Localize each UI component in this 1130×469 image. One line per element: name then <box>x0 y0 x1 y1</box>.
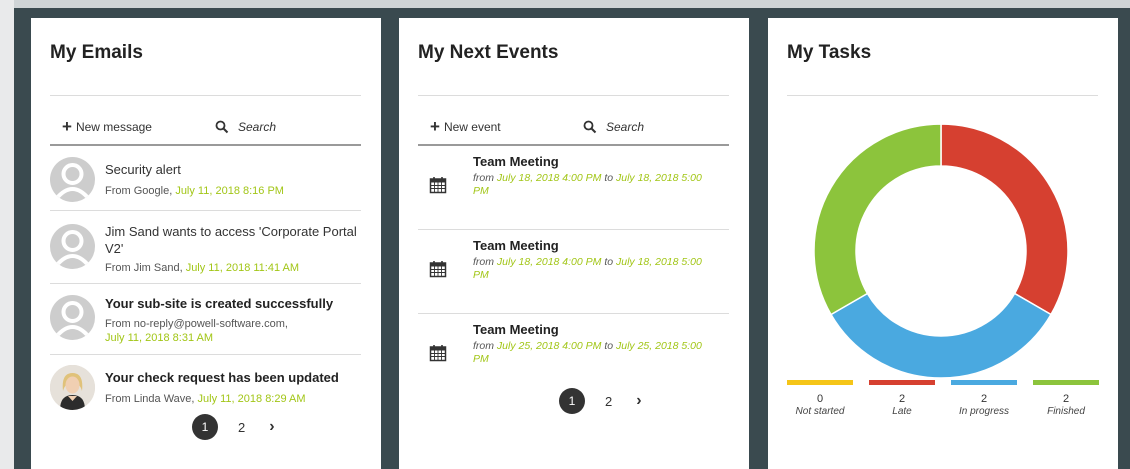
chevron-right-icon[interactable]: › <box>269 418 274 436</box>
event-search-input[interactable]: Search <box>583 120 644 134</box>
event-list-item[interactable]: Team Meeting from July 25, 2018 4:00 PM … <box>418 314 729 398</box>
calendar-icon <box>429 345 447 362</box>
event-title: Team Meeting <box>473 154 559 169</box>
tasks-donut-chart <box>813 123 1069 379</box>
events-card: My Next Events + New event Search Team M… <box>399 18 749 469</box>
legend-label: In progress <box>958 406 1010 417</box>
email-list-item[interactable]: Your check request has been updated From… <box>50 355 361 423</box>
donut-slice-late[interactable] <box>940 123 1069 316</box>
event-time: from July 18, 2018 4:00 PM to July 18, 2… <box>473 172 702 197</box>
legend-count: 2 <box>980 393 988 405</box>
emails-card: My Emails + New message Search Security … <box>31 18 381 469</box>
events-pagination: 1 2 › <box>559 388 642 414</box>
email-sender: From Google, July 11, 2018 8:16 PM <box>105 185 284 197</box>
search-icon <box>583 120 597 134</box>
plus-icon: + <box>430 117 440 136</box>
email-date: July 11, 2018 11:41 AM <box>185 262 300 274</box>
legend-item-finished[interactable]: 2 Finished <box>1033 380 1099 417</box>
page-2-button[interactable]: 2 <box>605 394 612 409</box>
divider <box>418 95 729 96</box>
calendar-icon <box>429 177 447 194</box>
legend-color-bar <box>869 380 935 385</box>
event-list-item[interactable]: Team Meeting from July 18, 2018 4:00 PM … <box>418 230 729 314</box>
emails-toolbar: + New message Search <box>50 116 361 146</box>
email-sender: From no-reply@powell-software.com, July 1… <box>105 318 288 344</box>
legend-color-bar <box>1033 380 1099 385</box>
divider <box>50 95 361 96</box>
new-event-label: New event <box>443 120 501 134</box>
page-1-button[interactable]: 1 <box>192 414 218 440</box>
avatar <box>50 224 95 269</box>
new-message-label: New message <box>75 120 152 134</box>
donut-slice-finished[interactable] <box>813 123 942 316</box>
email-subject: Jim Sand wants to access 'Corporate Port… <box>105 224 357 256</box>
legend-item-not-started[interactable]: 0 Not started <box>787 380 853 417</box>
legend-count: 0 <box>816 393 824 405</box>
avatar <box>50 157 95 202</box>
email-date: July 11, 2018 8:29 AM <box>197 393 306 405</box>
emails-card-title: My Emails <box>50 42 143 63</box>
email-sender: From Jim Sand, July 11, 2018 11:41 AM <box>105 262 300 274</box>
email-list-item[interactable]: Your sub-site is created successfully Fr… <box>50 284 361 355</box>
new-event-button[interactable]: + New event <box>430 117 501 136</box>
email-date: July 11, 2018 8:16 PM <box>175 185 284 197</box>
legend-item-in-progress[interactable]: 2 In progress <box>951 380 1017 417</box>
calendar-icon <box>429 261 447 278</box>
legend-label: Not started <box>795 406 845 417</box>
avatar <box>50 365 95 410</box>
event-title: Team Meeting <box>473 322 559 337</box>
tasks-card: My Tasks 0 Not started 2 Late 2 In progress 2 F… <box>768 18 1118 469</box>
legend-color-bar <box>787 380 853 385</box>
email-list-item[interactable]: Security alert From Google, July 11, 201… <box>50 148 361 211</box>
emails-pagination: 1 2 › <box>192 414 275 440</box>
search-icon <box>215 120 229 134</box>
events-toolbar: + New event Search <box>418 116 729 146</box>
event-list-item[interactable]: Team Meeting from July 18, 2018 4:00 PM … <box>418 146 729 230</box>
tasks-card-title: My Tasks <box>787 42 872 63</box>
legend-count: 2 <box>898 393 906 405</box>
new-message-button[interactable]: + New message <box>62 117 152 136</box>
event-time: from July 25, 2018 4:00 PM to July 25, 2… <box>473 340 702 365</box>
email-list-item[interactable]: Jim Sand wants to access 'Corporate Port… <box>50 211 361 284</box>
email-search-input[interactable]: Search <box>215 120 276 134</box>
event-time: from July 18, 2018 4:00 PM to July 18, 2… <box>473 256 702 281</box>
legend-label: Late <box>892 406 912 417</box>
search-placeholder: Search <box>238 120 277 134</box>
legend-item-late[interactable]: 2 Late <box>869 380 935 417</box>
donut-slice-in-progress[interactable] <box>829 292 1053 379</box>
legend-count: 2 <box>1062 393 1070 405</box>
email-subject: Your check request has been updated <box>105 370 339 385</box>
legend-label: Finished <box>1047 406 1085 417</box>
search-placeholder: Search <box>606 120 645 134</box>
page-1-button[interactable]: 1 <box>559 388 585 414</box>
email-subject: Security alert <box>105 162 181 177</box>
email-date: July 11, 2018 8:31 AM <box>105 332 214 344</box>
email-subject: Your sub-site is created successfully <box>105 296 334 311</box>
divider <box>787 95 1098 96</box>
events-card-title: My Next Events <box>418 42 559 63</box>
chevron-right-icon[interactable]: › <box>636 392 641 410</box>
legend-color-bar <box>951 380 1017 385</box>
email-sender: From Linda Wave, July 11, 2018 8:29 AM <box>105 393 306 405</box>
avatar <box>50 295 95 340</box>
page-2-button[interactable]: 2 <box>238 420 245 435</box>
event-title: Team Meeting <box>473 238 559 253</box>
plus-icon: + <box>62 117 72 136</box>
